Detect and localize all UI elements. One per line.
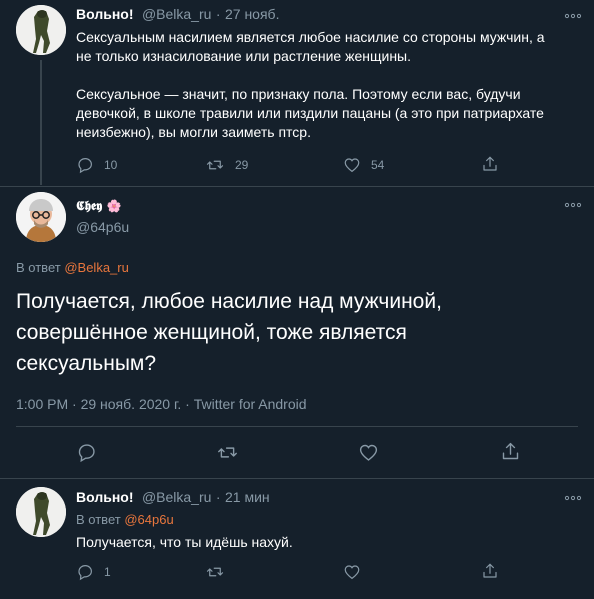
share-icon [481,155,499,173]
divider [16,426,578,427]
author-handle[interactable]: @64p6u [76,219,129,235]
tweet-text-line: Сексуальное — значит, по признаку пола. … [76,86,521,102]
share-button[interactable] [481,155,499,173]
retweet-button[interactable]: 29 [205,156,248,174]
tweet-text-line: неизбежно), вы могли заиметь птср. [76,124,311,140]
share-icon [500,441,521,462]
retweet-button[interactable] [216,442,239,463]
flower-emoji: 🌸 [106,199,122,213]
reply-icon [76,156,94,174]
tweet-text-line: совершённое женщиной, тоже является [16,321,407,344]
like-icon [343,156,361,174]
reply-label: В ответ [16,260,61,275]
tweet-text-line: Получается, любое насилие над мужчиной, [16,290,442,313]
author-name[interactable]: Вольно! [76,489,133,505]
avatar[interactable] [16,5,66,55]
author-handle[interactable]: @Belka_ru [142,489,211,505]
reply-button[interactable] [76,442,97,463]
separator: · [215,489,221,505]
like-icon [343,563,361,581]
more-icon[interactable] [564,200,582,210]
reply-icon [76,563,94,581]
tweet-text-line: не только изнасилование или растление же… [76,48,412,64]
tweet-timestamp[interactable]: 1:00 PM · 29 нояб. 2020 г. · Twitter for… [16,396,307,412]
more-icon[interactable] [564,11,582,21]
divider [0,478,594,479]
reply-to-link[interactable]: @Belka_ru [64,260,129,275]
tweet-body: Получается, что ты идёшь нахуй. [76,534,293,550]
like-button[interactable] [358,442,379,463]
tweet-body: Сексуальным насилием является любое наси… [76,28,586,142]
avatar[interactable] [16,487,66,537]
reply-to-link[interactable]: @64p6u [124,512,173,527]
like-button[interactable]: 54 [343,156,384,174]
share-icon [481,562,499,580]
divider [0,186,594,187]
share-button[interactable] [481,562,499,580]
author-handle[interactable]: @Belka_ru [142,6,211,22]
separator: · [215,6,221,22]
tweet-text-line: девочкой, в школе травили или пиздили па… [76,105,544,121]
tweet-time[interactable]: 21 мин [225,489,270,505]
avatar[interactable] [16,192,66,242]
like-icon [358,442,379,463]
more-icon[interactable] [564,493,582,503]
reply-button[interactable]: 10 [76,156,117,174]
retweet-icon [205,563,225,581]
retweet-icon [205,156,225,174]
like-button[interactable] [343,563,361,581]
author-name[interactable]: 𝕮𝖍𝖊𝖞 [76,198,102,213]
author-name[interactable]: Вольно! [76,6,133,22]
retweet-count: 29 [235,158,249,172]
retweet-button[interactable] [205,563,225,581]
tweet-time[interactable]: 27 нояб. [225,6,279,22]
reply-count: 10 [104,158,118,172]
retweet-icon [216,442,239,463]
reply-icon [76,442,97,463]
tweet-text-line: Сексуальным насилием является любое наси… [76,29,545,45]
reply-button[interactable]: 1 [76,563,111,581]
like-count: 54 [371,158,385,172]
thread-line [40,60,42,185]
tweet-text-line: сексуальным? [16,352,157,375]
share-button[interactable] [500,441,521,462]
focused-tweet-body: Получается, любое насилие над мужчиной, … [16,286,576,379]
reply-count: 1 [104,565,111,579]
reply-label: В ответ [76,512,121,527]
